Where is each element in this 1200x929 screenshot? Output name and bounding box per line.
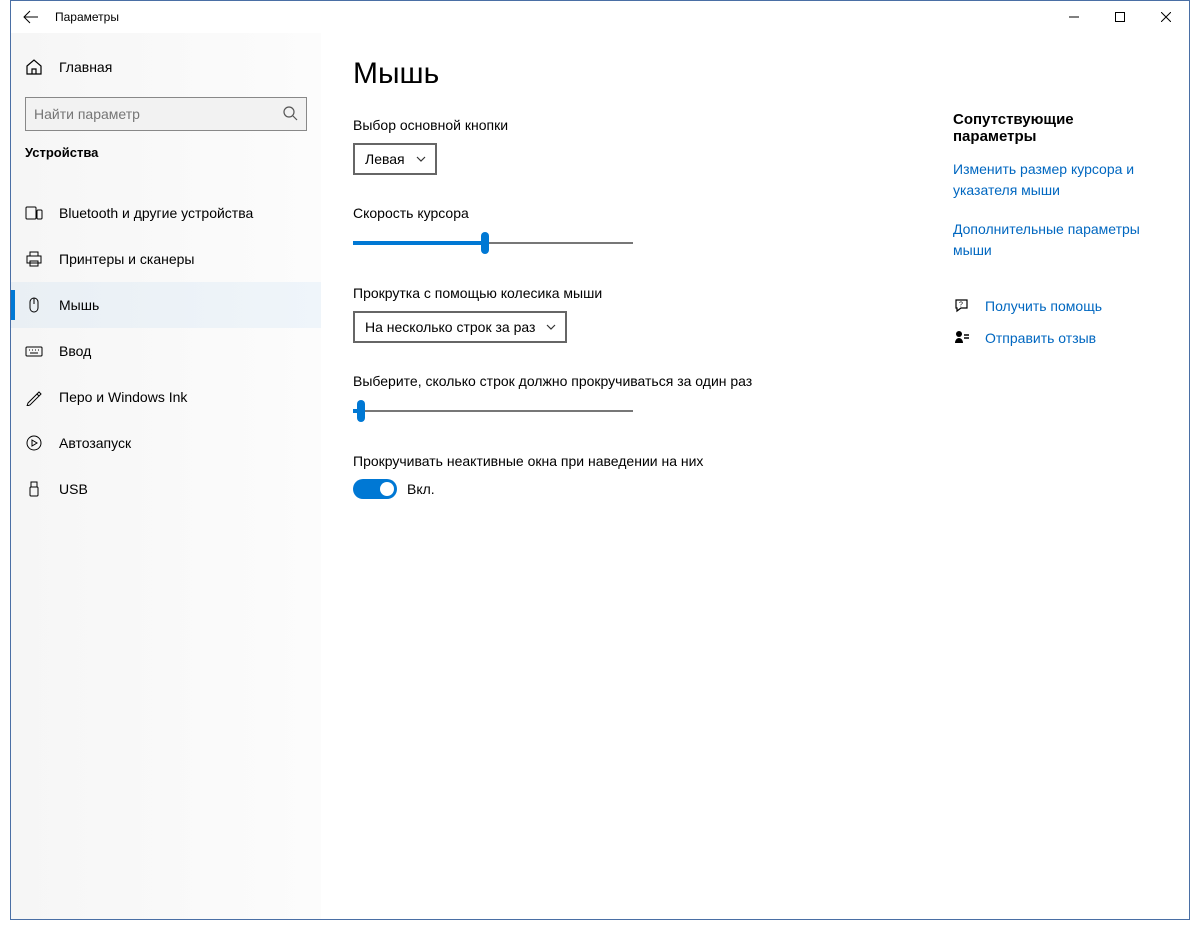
chevron-down-icon xyxy=(415,153,427,165)
maximize-button[interactable] xyxy=(1097,1,1143,33)
lines-section: Выберите, сколько строк должно прокручив… xyxy=(353,373,913,423)
sidebar-item-pen[interactable]: Перо и Windows Ink xyxy=(11,374,321,420)
page-title: Мышь xyxy=(353,57,913,91)
help-icon: ? xyxy=(953,297,971,315)
primary-button-section: Выбор основной кнопки Левая xyxy=(353,117,913,175)
pen-icon xyxy=(25,388,43,406)
sidebar-item-typing[interactable]: Ввод xyxy=(11,328,321,374)
sidebar: Главная Устройства Bluetooth и другие ус… xyxy=(11,33,321,919)
cursor-speed-label: Скорость курсора xyxy=(353,205,913,221)
sidebar-item-label: Ввод xyxy=(59,343,91,359)
sidebar-nav: Bluetooth и другие устройства Принтеры и… xyxy=(11,190,321,512)
lines-slider[interactable] xyxy=(353,399,633,423)
related-link-cursor-size[interactable]: Изменить размер курсора и указателя мыши xyxy=(953,159,1157,201)
minimize-icon xyxy=(1069,12,1079,22)
search-icon xyxy=(282,105,298,124)
wheel-mode-select[interactable]: На несколько строк за раз xyxy=(353,311,567,343)
maximize-icon xyxy=(1115,12,1125,22)
sidebar-item-usb[interactable]: USB xyxy=(11,466,321,512)
cursor-speed-thumb[interactable] xyxy=(481,232,489,254)
svg-text:?: ? xyxy=(959,302,963,309)
feedback-icon xyxy=(953,329,971,347)
primary-button-select[interactable]: Левая xyxy=(353,143,437,175)
keyboard-icon xyxy=(25,342,43,360)
chevron-down-icon xyxy=(545,321,557,333)
sidebar-item-label: Перо и Windows Ink xyxy=(59,389,187,405)
sidebar-item-label: Мышь xyxy=(59,297,99,313)
lines-thumb[interactable] xyxy=(357,400,365,422)
autoplay-icon xyxy=(25,434,43,452)
printer-icon xyxy=(25,250,43,268)
related-heading: Сопутствующие параметры xyxy=(953,111,1157,145)
sidebar-item-mouse[interactable]: Мышь xyxy=(11,282,321,328)
inactive-scroll-section: Прокручивать неактивные окна при наведен… xyxy=(353,453,913,499)
mouse-icon xyxy=(25,296,43,314)
usb-icon xyxy=(25,480,43,498)
cursor-speed-section: Скорость курсора xyxy=(353,205,913,255)
primary-button-value: Левая xyxy=(365,151,405,167)
sidebar-item-printers[interactable]: Принтеры и сканеры xyxy=(11,236,321,282)
toggle-state: Вкл. xyxy=(407,481,435,497)
sidebar-item-label: USB xyxy=(59,481,88,497)
home-link[interactable]: Главная xyxy=(11,47,321,87)
titlebar: Параметры xyxy=(11,1,1189,33)
window-title: Параметры xyxy=(51,10,119,24)
settings-window: Параметры Главная xyxy=(10,0,1190,920)
wheel-mode-value: На несколько строк за раз xyxy=(365,319,535,335)
lines-label: Выберите, сколько строк должно прокручив… xyxy=(353,373,913,389)
feedback-row: Отправить отзыв xyxy=(953,329,1157,347)
back-button[interactable] xyxy=(11,1,51,33)
wheel-mode-section: Прокрутка с помощью колесика мыши На нес… xyxy=(353,285,913,343)
home-icon xyxy=(25,58,43,76)
bluetooth-devices-icon xyxy=(25,204,43,222)
home-label: Главная xyxy=(59,59,112,75)
arrow-left-icon xyxy=(23,9,39,25)
inactive-label: Прокручивать неактивные окна при наведен… xyxy=(353,453,913,469)
sidebar-item-label: Автозапуск xyxy=(59,435,131,451)
sidebar-category: Устройства xyxy=(11,145,321,174)
primary-button-label: Выбор основной кнопки xyxy=(353,117,913,133)
sidebar-item-label: Bluetooth и другие устройства xyxy=(59,205,253,221)
get-help-link[interactable]: Получить помощь xyxy=(985,298,1102,314)
related-link-advanced-mouse[interactable]: Дополнительные параметры мыши xyxy=(953,219,1157,261)
search-box[interactable] xyxy=(25,97,307,131)
inactive-scroll-toggle[interactable] xyxy=(353,479,397,499)
get-help-row: ? Получить помощь xyxy=(953,297,1157,315)
cursor-speed-slider[interactable] xyxy=(353,231,633,255)
wheel-mode-label: Прокрутка с помощью колесика мыши xyxy=(353,285,913,301)
feedback-link[interactable]: Отправить отзыв xyxy=(985,330,1096,346)
sidebar-item-autoplay[interactable]: Автозапуск xyxy=(11,420,321,466)
window-body: Главная Устройства Bluetooth и другие ус… xyxy=(11,33,1189,919)
sidebar-item-bluetooth[interactable]: Bluetooth и другие устройства xyxy=(11,190,321,236)
sidebar-item-label: Принтеры и сканеры xyxy=(59,251,194,267)
main-area: Мышь Выбор основной кнопки Левая Скорост… xyxy=(321,33,1189,919)
close-icon xyxy=(1161,12,1171,22)
aside-column: Сопутствующие параметры Изменить размер … xyxy=(953,57,1157,895)
minimize-button[interactable] xyxy=(1051,1,1097,33)
search-input[interactable] xyxy=(34,106,282,122)
content-column: Мышь Выбор основной кнопки Левая Скорост… xyxy=(353,57,913,895)
close-button[interactable] xyxy=(1143,1,1189,33)
